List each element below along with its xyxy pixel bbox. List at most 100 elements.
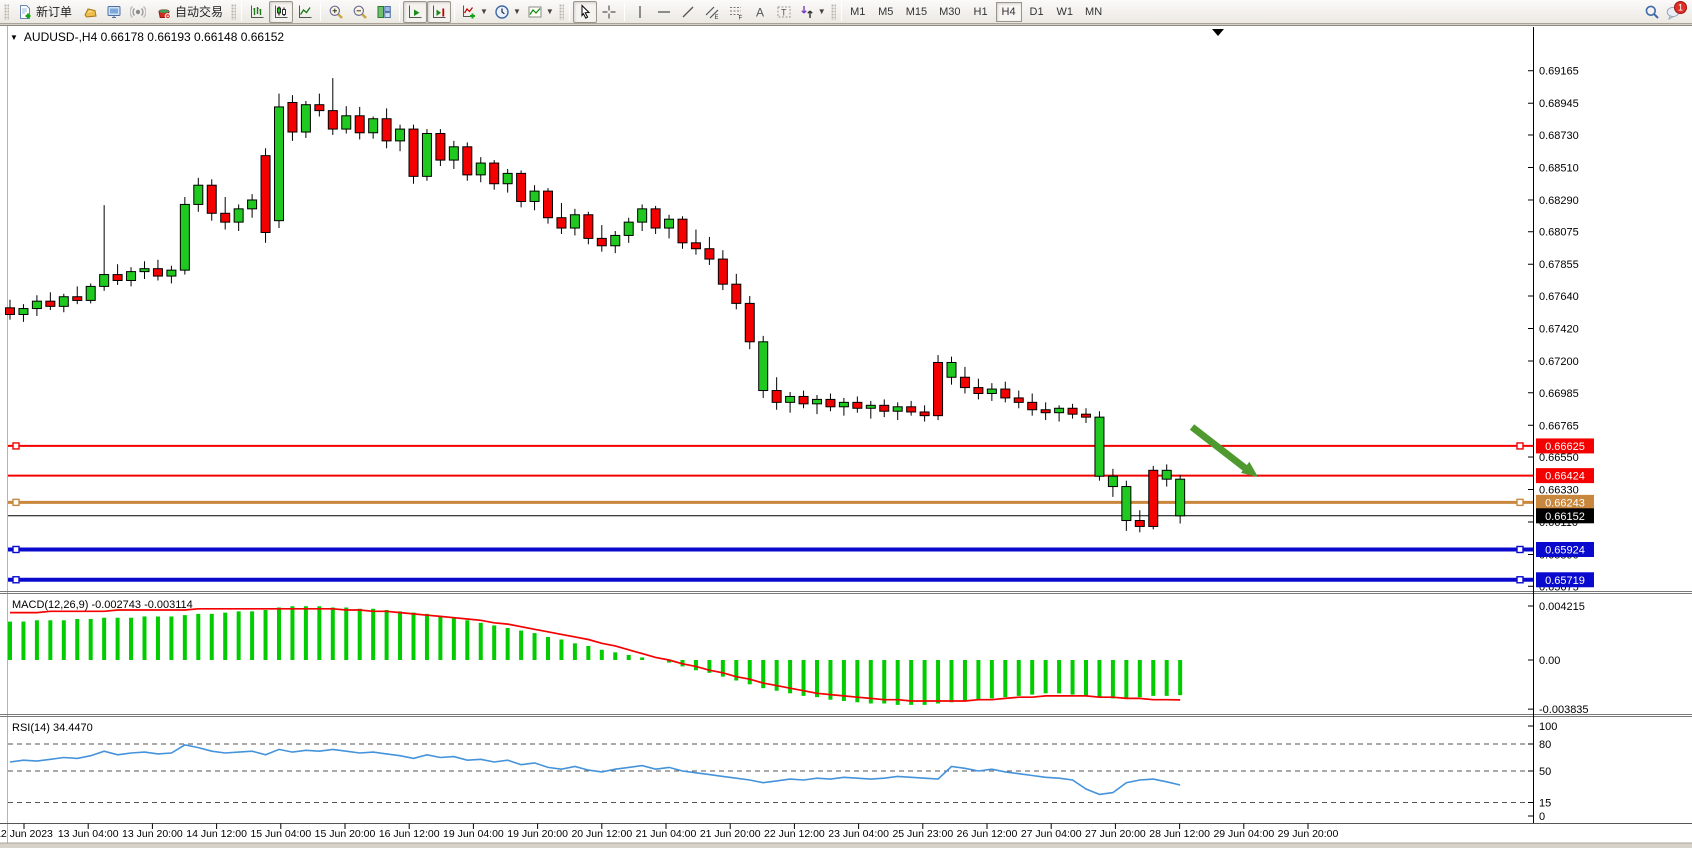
clock-icon — [494, 4, 510, 20]
time-tick-label: 29 Jun 20:00 — [1278, 828, 1339, 840]
timeframe-M5[interactable]: M5 — [873, 2, 899, 22]
price-tick-label: 0.68730 — [1539, 130, 1579, 142]
time-tick-label: 20 Jun 12:00 — [571, 828, 632, 840]
candle-body — [355, 116, 364, 133]
candle-body — [1068, 408, 1077, 414]
macd-tick-label: -0.003835 — [1539, 704, 1589, 716]
arrows-button[interactable]: ▼ — [796, 1, 829, 23]
line-handle[interactable] — [13, 577, 19, 583]
candle-body — [732, 284, 741, 303]
periods-button[interactable]: ▼ — [491, 1, 524, 23]
line-handle[interactable] — [13, 443, 19, 449]
chart-shift-button[interactable] — [427, 1, 451, 23]
equidistant-channel-button[interactable]: E — [700, 1, 724, 23]
new-order-button[interactable]: 新订单 — [11, 1, 78, 23]
search-icon[interactable] — [1644, 4, 1660, 20]
new-order-icon — [17, 4, 33, 20]
autotrade-label: 自动交易 — [175, 3, 223, 20]
text-label-button[interactable]: T — [772, 1, 796, 23]
line-handle[interactable] — [1517, 443, 1523, 449]
candlestick-chart-button[interactable] — [269, 1, 293, 23]
candle-body — [73, 297, 82, 301]
svg-text:1: 1 — [1678, 2, 1683, 12]
candle-body — [369, 119, 378, 133]
cursor-button[interactable] — [573, 1, 597, 23]
signals-button[interactable] — [126, 1, 150, 23]
chart-surface[interactable] — [0, 26, 1692, 843]
separator — [320, 3, 321, 21]
line-chart-button[interactable] — [293, 1, 317, 23]
templates-button[interactable]: ▼ — [524, 1, 557, 23]
candle-body — [167, 270, 176, 276]
new-order-label: 新订单 — [36, 3, 72, 20]
svg-text:T: T — [781, 7, 787, 17]
timeframe-M1[interactable]: M1 — [845, 2, 871, 22]
price-tick-label: 0.67200 — [1539, 356, 1579, 368]
candle-body — [611, 235, 620, 245]
autotrade-icon — [156, 4, 172, 20]
candle-body — [46, 301, 55, 306]
candle-body — [799, 396, 808, 403]
price-tick-label: 0.67420 — [1539, 323, 1579, 335]
bar-chart-button[interactable] — [245, 1, 269, 23]
candle-body — [6, 308, 15, 315]
line-handle[interactable] — [1517, 577, 1523, 583]
timeframe-MN[interactable]: MN — [1080, 2, 1107, 22]
timeframe-M30[interactable]: M30 — [934, 2, 965, 22]
candle-body — [584, 215, 593, 239]
autotrade-button[interactable]: 自动交易 — [150, 1, 229, 23]
candle-body — [449, 147, 458, 160]
toolbar-grip[interactable] — [231, 4, 236, 20]
toolbar-grip[interactable] — [831, 4, 836, 20]
candle-body — [839, 402, 848, 406]
timeframe-H1[interactable]: H1 — [968, 2, 994, 22]
gold-button[interactable] — [78, 1, 102, 23]
candle-body — [1055, 408, 1064, 412]
candle-body — [1149, 470, 1158, 526]
arrow-objects-icon — [799, 4, 815, 20]
timeframe-W1[interactable]: W1 — [1052, 2, 1079, 22]
chart-menu-triangle-icon[interactable]: ▼ — [10, 33, 18, 42]
zoom-out-button[interactable] — [348, 1, 372, 23]
candle-body — [920, 412, 929, 416]
crosshair-button[interactable] — [597, 1, 621, 23]
zoom-in-button[interactable] — [324, 1, 348, 23]
candlestick-chart-icon — [273, 4, 289, 20]
zoom-in-icon — [328, 4, 344, 20]
timeframe-D1[interactable]: D1 — [1024, 2, 1050, 22]
price-tick-label: 0.67855 — [1539, 259, 1579, 271]
vertical-line-button[interactable] — [628, 1, 652, 23]
price-tick-label: 0.66330 — [1539, 485, 1579, 497]
auto-scroll-button[interactable] — [403, 1, 427, 23]
candle-body — [1028, 402, 1037, 409]
price-tag-label: 0.66424 — [1545, 471, 1585, 483]
notifications-button[interactable]: 1 — [1666, 4, 1682, 20]
line-handle[interactable] — [13, 499, 19, 505]
line-handle[interactable] — [1517, 546, 1523, 552]
bar-chart-icon — [249, 4, 265, 20]
gold-icon — [82, 4, 98, 20]
horizontal-line-button[interactable] — [652, 1, 676, 23]
chart-title[interactable]: ▼ AUDUSD-,H4 0.66178 0.66193 0.66148 0.6… — [10, 30, 284, 44]
timeframe-H4[interactable]: H4 — [996, 2, 1022, 22]
chart-canvas[interactable]: 0.691650.689450.687300.685100.682900.680… — [0, 25, 1692, 848]
toolbar-grip[interactable] — [4, 4, 9, 20]
candle-body — [476, 163, 485, 175]
candle-body — [826, 399, 835, 406]
text-button[interactable]: A — [748, 1, 772, 23]
terminal-button[interactable] — [102, 1, 126, 23]
candle-body — [665, 219, 674, 228]
indicators-button[interactable]: ▼ — [458, 1, 491, 23]
fibonacci-button[interactable]: F — [724, 1, 748, 23]
trendline-button[interactable] — [676, 1, 700, 23]
time-tick-label: 15 Jun 04:00 — [250, 828, 311, 840]
timeframe-M15[interactable]: M15 — [901, 2, 932, 22]
line-handle[interactable] — [1517, 499, 1523, 505]
add-indicator-icon — [461, 4, 477, 20]
toolbar-grip[interactable] — [559, 4, 564, 20]
line-handle[interactable] — [13, 546, 19, 552]
time-tick-label: 21 Jun 20:00 — [700, 828, 761, 840]
candle-body — [1122, 487, 1131, 521]
candle-body — [947, 362, 956, 377]
tile-windows-button[interactable] — [372, 1, 396, 23]
